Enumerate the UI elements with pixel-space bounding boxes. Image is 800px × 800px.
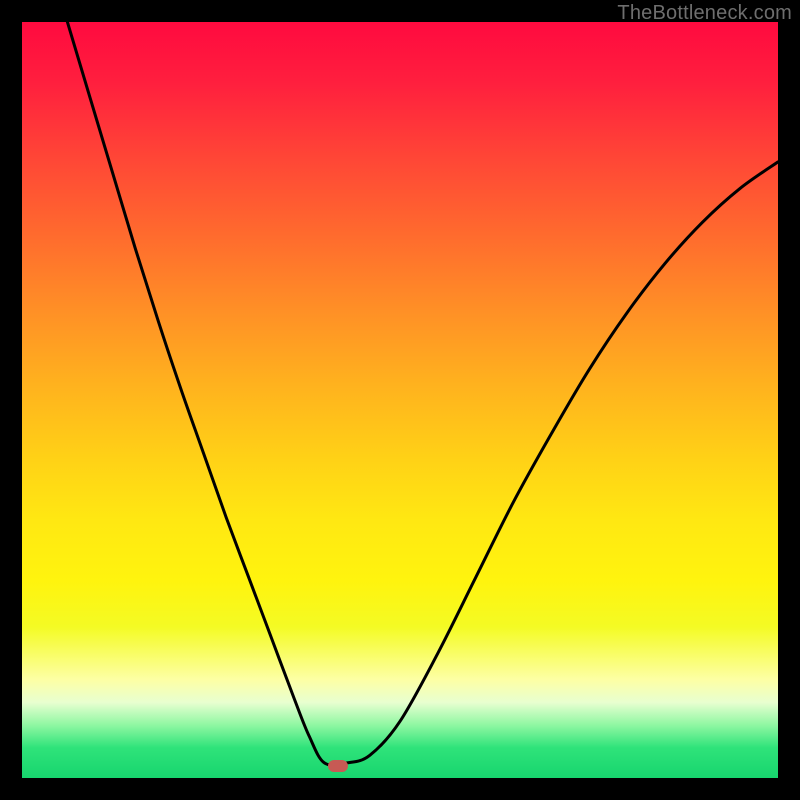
optimal-marker: [328, 760, 348, 772]
chart-frame: TheBottleneck.com: [0, 0, 800, 800]
gradient-plot-area: [22, 22, 778, 778]
watermark-text: TheBottleneck.com: [617, 2, 792, 25]
